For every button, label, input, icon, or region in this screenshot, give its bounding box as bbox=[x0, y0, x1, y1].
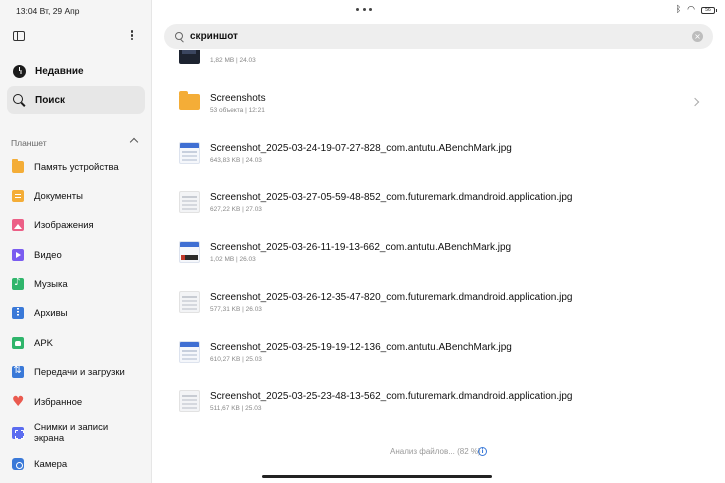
file-name: Screenshot_2025-03-24-19-07-27-828_com.a… bbox=[210, 143, 512, 154]
image-thumbnail bbox=[179, 291, 200, 313]
file-meta: 610,27 KB | 25.03 bbox=[210, 356, 262, 363]
video-icon bbox=[12, 249, 24, 261]
file-meta: 643,83 KB | 24.03 bbox=[210, 157, 262, 164]
file-name: Screenshot_2025-03-26-11-19-13-662_com.a… bbox=[210, 242, 512, 253]
file-manager-window: 13:04 Вт, 29 Апр Недавние Поиск Планшет … bbox=[0, 0, 725, 483]
sidebar-item-label: Передачи и загрузки bbox=[34, 366, 125, 378]
sidebar-item-label: Изображения bbox=[34, 219, 94, 231]
sidebar-item-label: Камера bbox=[34, 458, 68, 470]
section-title-tablet: Планшет bbox=[11, 138, 47, 148]
image-thumbnail bbox=[179, 191, 200, 213]
file-meta: 511,67 KB | 25.03 bbox=[210, 405, 262, 412]
camera-icon bbox=[12, 458, 24, 470]
sidebar-item-favorites[interactable]: ♥ Избранное bbox=[0, 392, 151, 412]
list-item[interactable]: Screenshot_2025-03-25-19-19-12-136_com.a… bbox=[152, 341, 725, 381]
list-item[interactable]: Screenshots 53 объекта | 12:21 bbox=[152, 91, 725, 132]
file-name: Screenshot_2025-03-25-19-19-12-136_com.a… bbox=[210, 342, 512, 353]
image-thumbnail bbox=[179, 390, 200, 412]
sidebar-item-apk[interactable]: APK bbox=[0, 333, 151, 353]
image-thumbnail bbox=[179, 50, 200, 64]
music-icon bbox=[12, 277, 24, 290]
list-item[interactable]: Screenshot_2025-03-27-05-59-48-852_com.f… bbox=[152, 191, 725, 231]
image-thumbnail bbox=[179, 241, 200, 263]
more-options-icon[interactable] bbox=[127, 29, 137, 43]
sidebar-item-images[interactable]: Изображения bbox=[0, 215, 151, 235]
info-icon[interactable]: i bbox=[478, 447, 487, 456]
sidebar-item-screen-captures[interactable]: Снимки и записи экрана bbox=[0, 421, 151, 445]
list-item[interactable]: 1,82 MB | 24.03 bbox=[152, 50, 725, 68]
clock-icon bbox=[13, 64, 26, 78]
main-content: ᛒ ◠ 56 × 1,82 MB | 24.03 Screenshots 53 … bbox=[152, 0, 725, 483]
document-icon bbox=[12, 190, 24, 202]
search-bar[interactable]: × bbox=[164, 24, 713, 49]
sidebar-item-label: Снимки и записи экрана bbox=[34, 422, 109, 444]
file-name: Screenshot_2025-03-25-23-48-13-562_com.f… bbox=[210, 391, 573, 402]
file-meta: 53 объекта | 12:21 bbox=[210, 107, 265, 114]
battery-icon: 56 bbox=[701, 6, 717, 14]
screen-capture-icon bbox=[12, 427, 24, 439]
sidebar-item-transfers[interactable]: Передачи и загрузки bbox=[0, 362, 151, 382]
image-thumbnail bbox=[179, 341, 200, 363]
sidebar-item-label: Документы bbox=[34, 190, 83, 202]
sidebar-item-label: Музыка bbox=[34, 278, 68, 290]
folder-icon bbox=[12, 159, 24, 173]
chevron-up-icon[interactable] bbox=[129, 137, 139, 147]
file-meta: 1,02 MB | 26.03 bbox=[210, 256, 256, 263]
home-indicator[interactable] bbox=[262, 475, 492, 478]
chevron-right-icon bbox=[690, 97, 700, 107]
file-meta: 577,31 KB | 26.03 bbox=[210, 306, 262, 313]
sidebar-item-device-storage[interactable]: Память устройства bbox=[0, 157, 151, 177]
wifi-icon: ◠ bbox=[687, 5, 695, 15]
sidebar-item-video[interactable]: Видео bbox=[0, 245, 151, 265]
sidebar-item-label: Память устройства bbox=[34, 161, 119, 173]
sidebar-item-label: Избранное bbox=[34, 396, 83, 408]
analysis-progress-text: Анализ файлов... (82 %) bbox=[390, 447, 481, 456]
list-item[interactable]: Screenshot_2025-03-25-23-48-13-562_com.f… bbox=[152, 390, 725, 430]
search-icon bbox=[13, 93, 26, 107]
transfer-icon bbox=[12, 365, 24, 378]
list-item[interactable]: Screenshot_2025-03-26-11-19-13-662_com.a… bbox=[152, 241, 725, 281]
sidebar-item-recent[interactable]: Недавние bbox=[7, 57, 145, 85]
window-handle-icon[interactable] bbox=[356, 8, 372, 12]
bluetooth-icon: ᛒ bbox=[675, 5, 682, 15]
list-item[interactable]: Screenshot_2025-03-24-19-07-27-828_com.a… bbox=[152, 142, 725, 182]
apk-icon bbox=[12, 337, 24, 349]
status-icons: ᛒ ◠ 56 bbox=[675, 5, 717, 15]
sidebar-item-music[interactable]: Музыка bbox=[0, 274, 151, 294]
sidebar-item-archives[interactable]: Архивы bbox=[0, 303, 151, 323]
list-item[interactable]: Screenshot_2025-03-26-12-35-47-820_com.f… bbox=[152, 291, 725, 331]
file-name: Screenshot_2025-03-27-05-59-48-852_com.f… bbox=[210, 192, 573, 203]
status-time-date: 13:04 Вт, 29 Апр bbox=[16, 6, 80, 16]
sidebar-item-label: APK bbox=[34, 337, 54, 349]
sidebar-item-search[interactable]: Поиск bbox=[7, 86, 145, 114]
archive-icon bbox=[12, 307, 24, 319]
file-meta: 1,82 MB | 24.03 bbox=[210, 57, 256, 64]
search-icon bbox=[175, 32, 184, 41]
sidebar-item-documents[interactable]: Документы bbox=[0, 186, 151, 206]
image-thumbnail bbox=[179, 142, 200, 164]
file-name: Screenshot_2025-03-26-12-35-47-820_com.f… bbox=[210, 292, 573, 303]
image-icon bbox=[12, 219, 24, 231]
file-name: Screenshots bbox=[210, 93, 266, 104]
heart-icon: ♥ bbox=[12, 394, 25, 410]
sidebar-item-label: Недавние bbox=[35, 65, 84, 77]
search-input[interactable] bbox=[190, 29, 670, 44]
sidebar-item-label: Видео bbox=[34, 249, 62, 261]
sidebar-item-label: Поиск bbox=[35, 94, 66, 106]
sidebar: 13:04 Вт, 29 Апр Недавние Поиск Планшет … bbox=[0, 0, 152, 483]
sidebar-item-label: Архивы bbox=[34, 307, 68, 319]
sidebar-toggle-icon[interactable] bbox=[13, 31, 25, 41]
folder-icon bbox=[179, 91, 200, 110]
file-meta: 627,22 KB | 27.03 bbox=[210, 206, 262, 213]
clear-search-icon[interactable]: × bbox=[692, 31, 703, 42]
sidebar-item-camera[interactable]: Камера bbox=[0, 454, 151, 474]
